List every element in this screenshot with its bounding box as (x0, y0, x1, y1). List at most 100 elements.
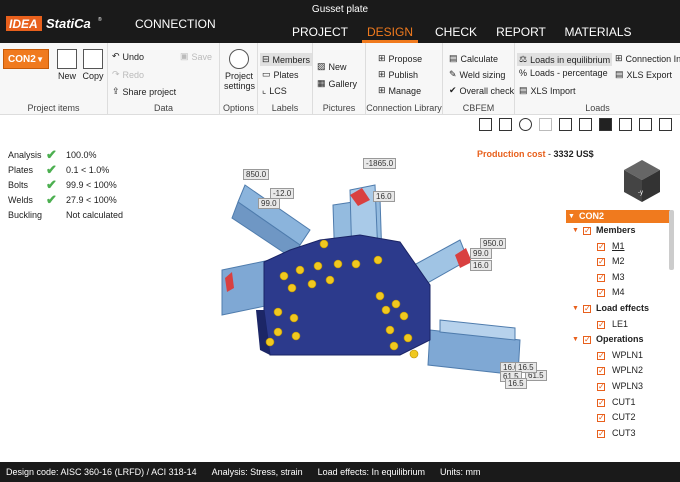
tab-materials[interactable]: MATERIALS (562, 24, 634, 43)
connection-dropdown[interactable]: CON2 ▼ (3, 49, 49, 69)
tree-item-label: M1 (612, 240, 625, 251)
tab-project[interactable]: PROJECT (290, 24, 350, 43)
group-pictures: ▨ New ▦ Gallery Pictures (313, 43, 366, 115)
plates-label-toggle[interactable]: ▭ Plates (262, 69, 299, 80)
checkbox-icon[interactable] (597, 270, 605, 285)
publish-button[interactable]: ⊞ Publish (378, 69, 418, 80)
loads-percentage-toggle[interactable]: % Loads - percentage (519, 68, 608, 78)
connection-input-button[interactable]: ⊞ Connection In (615, 53, 680, 64)
checkbox-icon[interactable] (597, 379, 605, 395)
navigation-cube-icon[interactable]: -y (620, 156, 666, 206)
new-file-icon (57, 49, 77, 69)
save-button[interactable]: ▣ Save (180, 51, 212, 62)
tree-item[interactable]: M2 (566, 254, 670, 270)
view-toolbar (479, 118, 672, 131)
checkbox-icon[interactable] (597, 317, 605, 332)
tree-item[interactable]: WPLN3 (566, 379, 670, 395)
tree-item-label: WPLN1 (612, 349, 644, 360)
fit-view-icon[interactable] (479, 118, 492, 131)
loads-equilibrium-toggle[interactable]: ⚖ Loads in equilibrium (517, 53, 613, 66)
tree-item[interactable]: CUT3 (566, 426, 670, 441)
tree-item[interactable]: WPLN1 (566, 348, 670, 363)
tree-group-label: Operations (596, 334, 644, 345)
checkbox-icon[interactable] (597, 410, 605, 426)
copy-item-button[interactable]: Copy (78, 49, 108, 81)
group-label: Data (153, 103, 173, 113)
weld-sizing-button[interactable]: ✎ Weld sizing (449, 69, 505, 80)
manage-button[interactable]: ⊞ Manage (378, 85, 421, 96)
check-icon: ✔ (46, 191, 57, 207)
propose-icon: ⊞ (378, 53, 386, 63)
undo-icon: ↶ (112, 51, 120, 61)
chevron-down-icon: ▼ (572, 304, 579, 312)
tree-item[interactable]: CUT1 (566, 395, 670, 410)
share-icon: ⇪ (112, 86, 120, 96)
checkbox-icon[interactable] (597, 254, 605, 270)
checkbox-icon[interactable] (597, 348, 605, 363)
tree-item-label: WPLN2 (612, 365, 644, 376)
xls-export-icon: ▤ (615, 69, 624, 79)
result-name: Bolts (8, 179, 29, 190)
checkbox-icon[interactable] (597, 363, 605, 379)
tree-item[interactable]: LE1 (566, 317, 670, 332)
solid-icon[interactable] (599, 118, 612, 131)
redo-button[interactable]: ↷ Redo (112, 69, 144, 80)
tree-scrollbar[interactable] (669, 210, 674, 270)
tree-group-load-effects[interactable]: ▼ Load effects (566, 301, 670, 317)
save-icon: ▣ (180, 51, 189, 61)
undo-button[interactable]: ↶ Undo (112, 51, 144, 62)
chevron-down-icon: ▼ (36, 55, 44, 64)
tree-item[interactable]: M4 (566, 285, 670, 301)
tree-item[interactable]: WPLN2 (566, 363, 670, 379)
tree-group-operations[interactable]: ▼ Operations (566, 332, 670, 348)
tree-item[interactable]: M1 (566, 239, 670, 254)
tree-item[interactable]: M3 (566, 270, 670, 285)
gallery-button[interactable]: ▦ Gallery (317, 78, 357, 89)
group-options: Project settings Options (220, 43, 258, 115)
tree-group-members[interactable]: ▼ Members (566, 223, 670, 239)
cube-view-icon[interactable] (619, 118, 632, 131)
share-project-button[interactable]: ⇪ Share project (112, 86, 176, 97)
tree-item-label: M2 (612, 256, 625, 267)
zoom-extents-icon[interactable] (499, 118, 512, 131)
group-cbfem: ▤ Calculate ✎ Weld sizing ✔ Overall check C… (443, 43, 515, 115)
product-label: CONNECTION (135, 17, 216, 31)
checkbox-icon[interactable] (597, 395, 605, 410)
status-load-effects: Load effects: In equilibrium (317, 467, 426, 477)
members-label-toggle[interactable]: ⊟ Members (260, 53, 313, 66)
xls-export-button[interactable]: ▤ XLS Export (615, 69, 672, 80)
checkbox-icon[interactable] (583, 332, 591, 348)
new-picture-button[interactable]: ▨ New (317, 61, 347, 72)
checkbox-icon[interactable] (583, 223, 591, 239)
lcs-label-toggle[interactable]: ⌞ LCS (262, 85, 287, 96)
home-icon[interactable] (659, 118, 672, 131)
checkbox-icon[interactable] (597, 426, 605, 441)
propose-button[interactable]: ⊞ Propose (378, 53, 422, 64)
idea-statica-logo: IDEA StatiCa ® (6, 16, 102, 31)
tab-check[interactable]: CHECK (430, 24, 482, 43)
weld-sizing-label: Weld sizing (459, 69, 506, 80)
tab-design[interactable]: DESIGN (362, 24, 418, 43)
tree-item[interactable]: CUT2 (566, 410, 670, 426)
xls-import-label: XLS Import (530, 85, 576, 96)
checkbox-icon[interactable] (597, 285, 605, 301)
checkbox-icon[interactable] (597, 239, 605, 254)
transparent-icon[interactable] (579, 118, 592, 131)
group-connection-library: ⊞ Propose ⊞ Publish ⊞ Manage Connection Lib… (366, 43, 443, 115)
tree-root-con2[interactable]: ▼ CON2 (566, 210, 670, 223)
xls-import-button[interactable]: ▤ XLS Import (519, 85, 576, 96)
wireframe-icon[interactable] (559, 118, 572, 131)
tree-group-label: Load effects (596, 302, 650, 313)
overall-check-button[interactable]: ✔ Overall check (449, 85, 514, 96)
pan-icon[interactable] (519, 118, 532, 131)
loads-percentage-label: Loads - percentage (530, 68, 608, 78)
checkbox-icon[interactable] (583, 301, 591, 317)
tree-group-label: Members (596, 225, 636, 235)
project-settings-button[interactable]: Project settings (224, 49, 255, 91)
calculate-icon: ▤ (449, 53, 458, 63)
calculate-button[interactable]: ▤ Calculate (449, 53, 498, 64)
settings-view-icon[interactable] (639, 118, 652, 131)
select-icon[interactable] (539, 118, 552, 131)
tab-report[interactable]: REPORT (495, 24, 547, 43)
check-icon: ✔ (46, 146, 57, 162)
